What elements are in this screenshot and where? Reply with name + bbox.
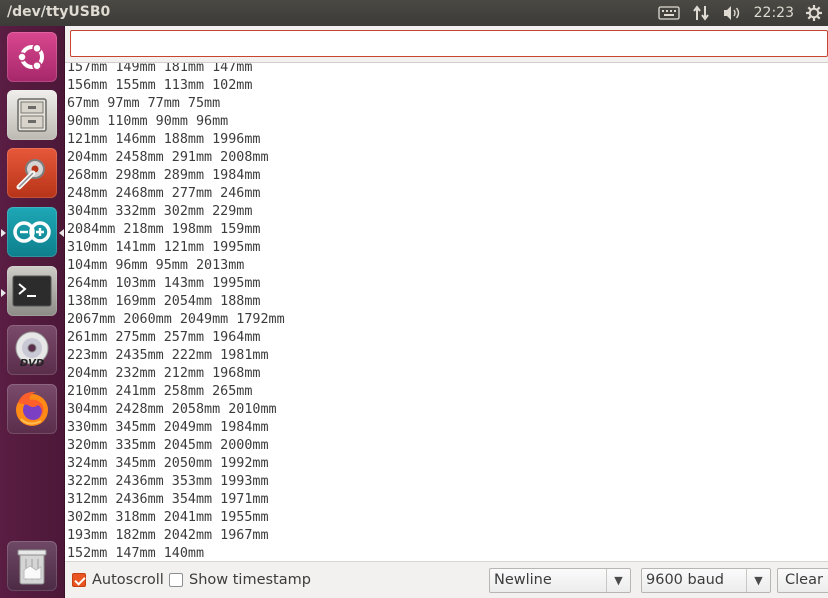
running-indicator	[1, 289, 6, 297]
send-bar	[65, 26, 828, 62]
clock[interactable]: 22:23	[754, 5, 794, 21]
serial-line: 268mm 298mm 289mm 1984mm	[67, 168, 261, 183]
serial-line: 67mm 97mm 77mm 75mm	[67, 96, 221, 111]
gear-icon[interactable]	[806, 5, 822, 21]
baud-rate-value: 9600 baud	[646, 572, 724, 588]
serial-line: 304mm 2428mm 2058mm 2010mm	[67, 402, 277, 417]
firefox-icon[interactable]	[7, 384, 57, 434]
serial-line: 304mm 332mm 302mm 229mm	[67, 204, 253, 219]
system-tray: 22:23	[657, 0, 822, 26]
trash-icon[interactable]	[7, 541, 57, 591]
serial-line: 204mm 232mm 212mm 1968mm	[67, 366, 261, 381]
serial-line: 322mm 2436mm 353mm 1993mm	[67, 474, 269, 489]
serial-line: 152mm 147mm 140mm	[67, 546, 205, 561]
window-title: /dev/ttyUSB0	[7, 4, 111, 20]
serial-line: 261mm 275mm 257mm 1964mm	[67, 330, 261, 345]
files-icon[interactable]	[7, 90, 57, 140]
serial-line: 2067mm 2060mm 2049mm 1792mm	[67, 312, 285, 327]
show-timestamp-label: Show timestamp	[189, 572, 311, 588]
chevron-down-icon: ▼	[606, 569, 630, 592]
serial-line: 248mm 2468mm 277mm 246mm	[67, 186, 261, 201]
network-icon[interactable]	[692, 5, 710, 21]
terminal-icon[interactable]	[7, 266, 57, 316]
launcher: DVD	[0, 26, 65, 598]
serial-line: 193mm 182mm 2042mm 1967mm	[67, 528, 269, 543]
send-input[interactable]	[70, 30, 828, 57]
autoscroll-label: Autoscroll	[92, 572, 164, 588]
serial-output-lines: 157mm 149mm 181mm 147mm 156mm 155mm 113mm…	[67, 62, 285, 561]
ubuntu-dash-icon[interactable]	[7, 32, 57, 82]
show-timestamp-checkbox[interactable]	[169, 573, 183, 587]
serial-monitor-window: 157mm 149mm 181mm 147mm 156mm 155mm 113mm…	[65, 26, 828, 598]
running-indicator	[1, 229, 6, 237]
serial-line: 324mm 345mm 2050mm 1992mm	[67, 456, 269, 471]
serial-line: 310mm 141mm 121mm 1995mm	[67, 240, 261, 255]
line-ending-select[interactable]: Newline ▼	[489, 568, 631, 593]
arduino-icon[interactable]	[7, 207, 57, 257]
top-panel: /dev/ttyUSB0 22:23	[0, 0, 828, 26]
autoscroll-checkbox[interactable]	[72, 573, 86, 587]
serial-line: 157mm 149mm 181mm 147mm	[67, 62, 253, 75]
serial-line: 312mm 2436mm 354mm 1971mm	[67, 492, 269, 507]
serial-line: 204mm 2458mm 291mm 2008mm	[67, 150, 269, 165]
serial-line: 156mm 155mm 113mm 102mm	[67, 78, 253, 93]
serial-line: 330mm 345mm 2049mm 1984mm	[67, 420, 269, 435]
serial-line: 90mm 110mm 90mm 96mm	[67, 114, 229, 129]
line-ending-value: Newline	[494, 572, 552, 588]
serial-line: 223mm 2435mm 222mm 1981mm	[67, 348, 269, 363]
serial-output[interactable]: 157mm 149mm 181mm 147mm 156mm 155mm 113mm…	[65, 62, 828, 561]
serial-line: 138mm 169mm 2054mm 188mm	[67, 294, 261, 309]
serial-line: 302mm 318mm 2041mm 1955mm	[67, 510, 269, 525]
system-settings-icon[interactable]	[7, 148, 57, 198]
serial-line: 264mm 103mm 143mm 1995mm	[67, 276, 261, 291]
serial-line: 104mm 96mm 95mm 2013mm	[67, 258, 245, 273]
volume-icon[interactable]	[722, 5, 742, 21]
serial-line: 210mm 241mm 258mm 265mm	[67, 384, 253, 399]
serial-line: 121mm 146mm 188mm 1996mm	[67, 132, 261, 147]
active-indicator	[59, 229, 64, 237]
dvd-icon[interactable]: DVD	[7, 325, 57, 375]
keyboard-icon[interactable]	[657, 6, 680, 20]
chevron-down-icon: ▼	[746, 569, 770, 592]
clear-output-button[interactable]: Clear	[777, 568, 828, 593]
serial-line: 320mm 335mm 2045mm 2000mm	[67, 438, 269, 453]
serial-line: 2084mm 218mm 198mm 159mm	[67, 222, 261, 237]
svg-text:DVD: DVD	[20, 358, 44, 369]
status-bar: Autoscroll Show timestamp Newline ▼ 9600…	[65, 561, 828, 598]
baud-rate-select[interactable]: 9600 baud ▼	[641, 568, 771, 593]
